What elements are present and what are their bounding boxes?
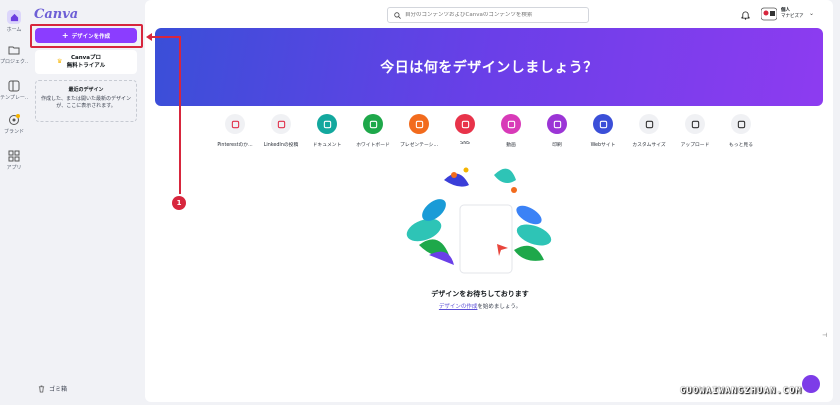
design-type-icon: [271, 114, 291, 134]
trash-link[interactable]: ゴミ箱: [38, 384, 67, 393]
avatar: [761, 7, 777, 21]
design-type-icon: [225, 114, 245, 134]
annotation-arrow: [146, 33, 152, 41]
rail-label: ブランド: [3, 129, 24, 135]
hero-banner: 今日は何をデザインしましょう？: [155, 28, 823, 106]
design-type-label: ドキュメント: [312, 143, 342, 148]
template-icon: [8, 80, 20, 92]
design-type-icon: [639, 114, 659, 134]
recent-designs-card: 最近のデザイン 作成した、または開いた最新のデザイン が、ここに表示されます。: [35, 80, 137, 122]
watermark: GUOWAIWANGZHUAN.COM: [680, 386, 802, 396]
design-types: Pinterestのか... LinkedInの投稿 ドキュメント ホワイトボード プレ…: [211, 114, 763, 154]
hero-title: 今日は何をデザインしましょう？: [380, 60, 598, 76]
design-type-icon: [593, 114, 613, 134]
design-type-icon: [317, 114, 337, 134]
design-type-item[interactable]: LinkedInの投稿: [257, 114, 305, 148]
design-type-item[interactable]: Pinterestのか...: [211, 114, 259, 148]
home-icon: [7, 10, 21, 24]
design-type-icon: [363, 114, 383, 134]
annotation-line: [150, 36, 181, 38]
search-box[interactable]: [387, 7, 589, 23]
design-type-icon: [731, 114, 751, 134]
design-type-label: Pinterestのか...: [217, 143, 253, 148]
recent-title: 最近のデザイン: [68, 87, 104, 93]
design-type-label: ホワイトボード: [356, 143, 390, 148]
design-type-item[interactable]: もっと見る: [717, 114, 765, 148]
trash-label: ゴミ箱: [49, 386, 68, 393]
panel-handle-icon[interactable]: ⊣: [822, 332, 832, 346]
brand-icon: [9, 114, 20, 125]
account-name: マナビズア: [781, 14, 804, 19]
highlight-box: [30, 24, 143, 48]
pro-trial-card[interactable]: ♛ Canvaプロ 無料トライアル: [35, 50, 137, 74]
design-type-icon: [685, 114, 705, 134]
design-type-icon: [501, 114, 521, 134]
canva-logo[interactable]: Canva: [34, 7, 78, 22]
rail-apps[interactable]: アプリ: [0, 150, 28, 171]
design-type-item[interactable]: アップロード: [671, 114, 719, 148]
design-type-label: カスタムサイズ: [632, 143, 666, 148]
empty-state-title: デザインをお待ちしております: [431, 290, 529, 298]
crown-icon: ♛: [57, 58, 63, 65]
folder-icon: [8, 46, 20, 55]
design-type-label: SNS: [460, 141, 470, 146]
empty-state-subtitle: デザインの作成を始めましょう。: [380, 302, 580, 310]
search-icon: [394, 11, 401, 19]
rail-brand[interactable]: ブランド: [0, 114, 28, 135]
design-type-label: 動画: [506, 143, 516, 148]
annotation-badge: 1: [172, 196, 186, 210]
recent-text-1: 作成した、または開いた最新のデザイン: [40, 96, 131, 102]
empty-state-illustration: [406, 167, 552, 274]
design-type-item[interactable]: ドキュメント: [303, 114, 351, 148]
chevron-down-icon[interactable]: ⌄: [809, 10, 814, 17]
design-type-icon: [547, 114, 567, 134]
design-type-label: LinkedInの投稿: [263, 143, 299, 148]
design-type-item[interactable]: プレゼンテーシ...: [395, 114, 443, 148]
rail-home[interactable]: ホーム: [0, 10, 28, 33]
design-type-icon: [409, 114, 429, 134]
annotation-line: [179, 37, 181, 194]
design-type-item[interactable]: カスタムサイズ: [625, 114, 673, 148]
design-type-icon: [455, 114, 475, 134]
bell-icon[interactable]: [741, 10, 750, 20]
pro-title: Canvaプロ: [71, 55, 101, 61]
rail-label: ホーム: [6, 27, 22, 33]
design-type-label: プレゼンテーシ...: [399, 143, 439, 148]
design-type-label: Webサイト: [590, 143, 616, 148]
apps-icon: [8, 150, 20, 162]
design-type-item[interactable]: 印刷: [533, 114, 581, 148]
pro-subtitle: 無料トライアル: [66, 63, 106, 69]
rail-label: アプリ: [6, 165, 22, 171]
rail-label: プロジェク...: [0, 59, 28, 65]
create-design-link[interactable]: デザインの作成: [439, 304, 478, 310]
design-type-label: 印刷: [552, 143, 562, 148]
design-type-item[interactable]: 動画: [487, 114, 535, 148]
recent-text-2: が、ここに表示されます。: [56, 103, 116, 109]
icon-rail: ホーム プロジェク... テンプレー... ブランド アプリ: [0, 0, 28, 405]
account-menu[interactable]: 個人 マナビズア: [761, 7, 804, 21]
rail-projects[interactable]: プロジェク...: [0, 44, 28, 65]
design-type-label: アップロード: [680, 143, 710, 148]
rail-templates[interactable]: テンプレー...: [0, 80, 28, 101]
design-type-label: もっと見る: [729, 143, 753, 148]
design-type-item[interactable]: SNS: [441, 114, 489, 146]
search-input[interactable]: [405, 12, 585, 18]
help-button[interactable]: [802, 375, 820, 393]
empty-state-rest: を始めましょう。: [477, 304, 522, 310]
account-info: 個人 マナビズア: [781, 8, 804, 20]
trash-icon: [38, 385, 45, 392]
design-type-item[interactable]: Webサイト: [579, 114, 627, 148]
rail-label: テンプレー...: [0, 95, 28, 101]
design-type-item[interactable]: ホワイトボード: [349, 114, 397, 148]
